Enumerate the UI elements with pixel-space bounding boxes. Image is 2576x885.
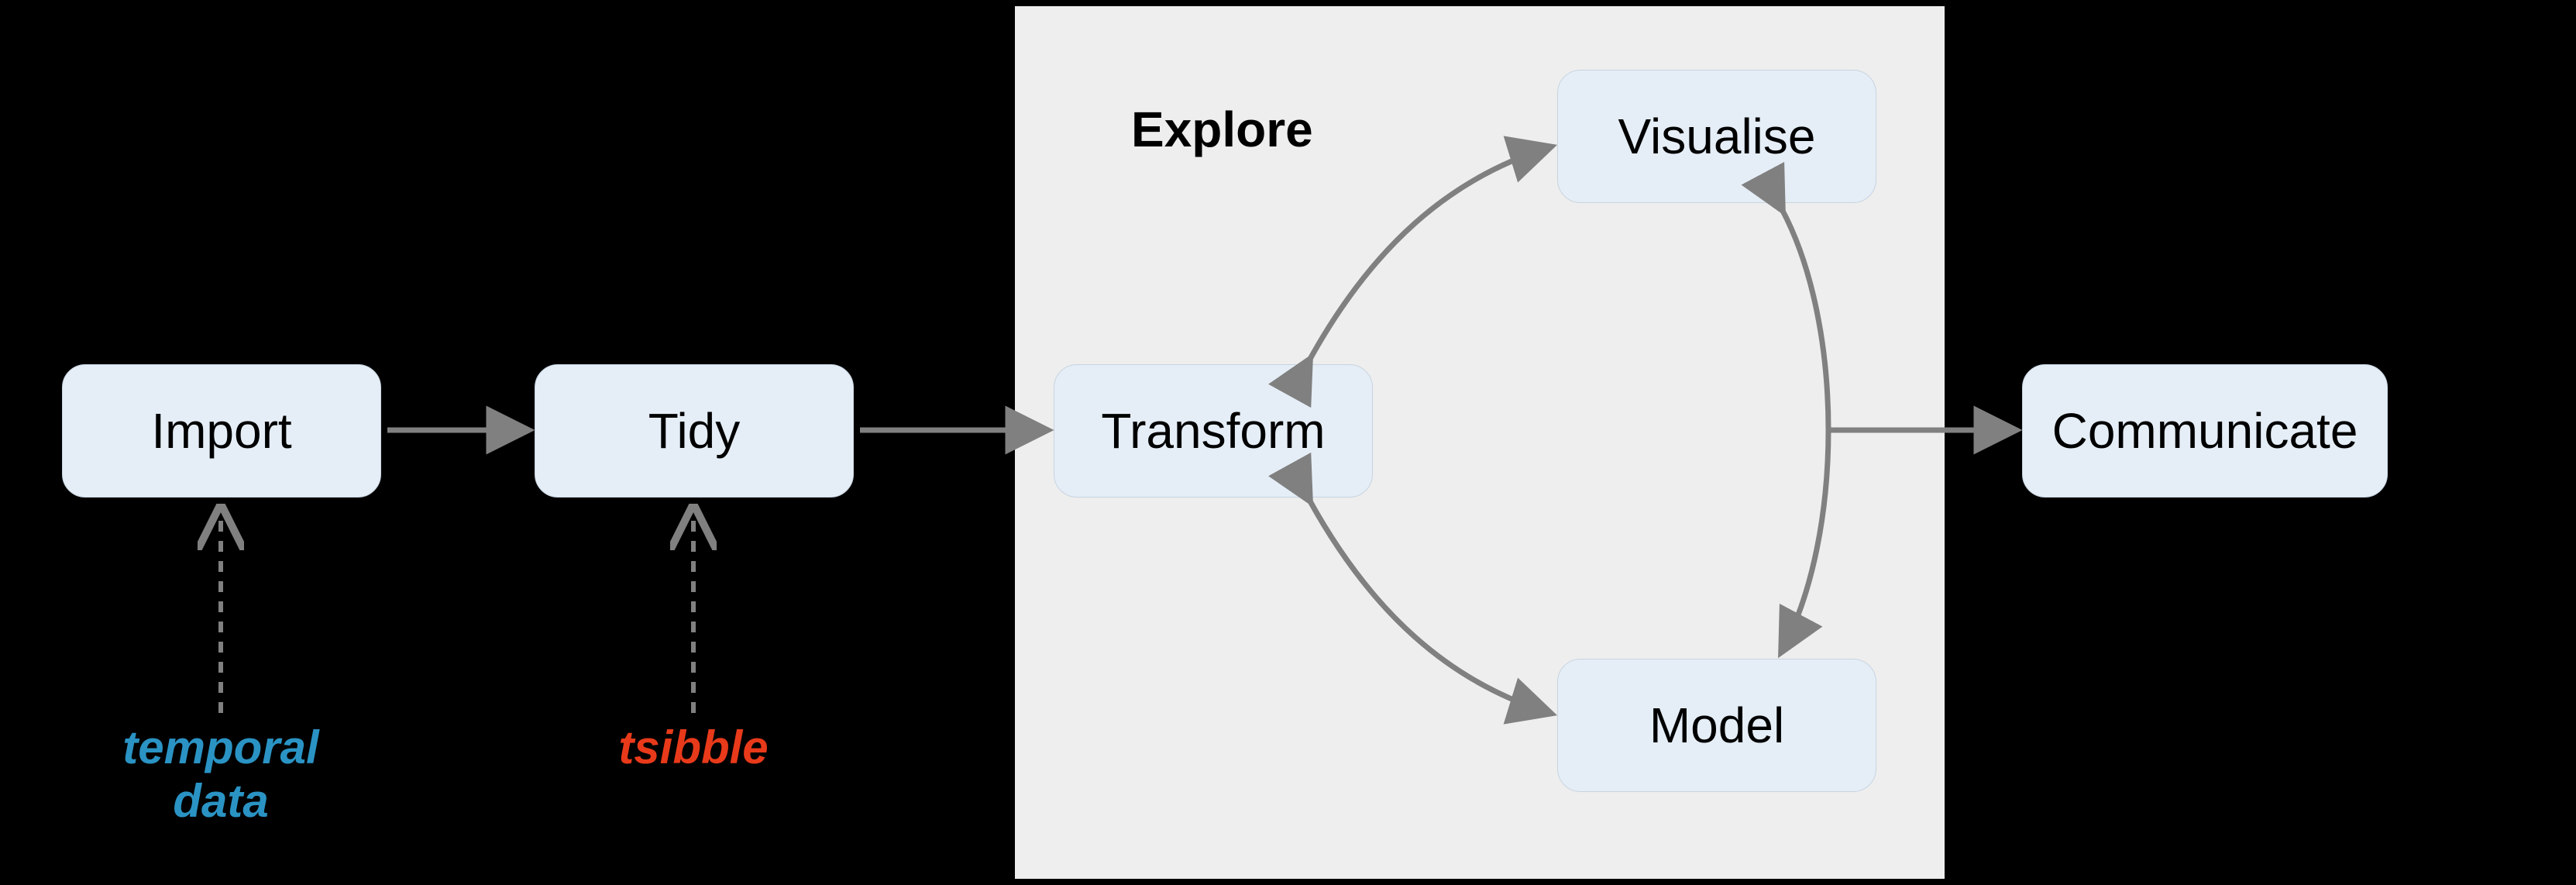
arrows-layer <box>0 0 2576 885</box>
arrow-transform-visualise <box>1309 147 1549 360</box>
arrow-visualise-model <box>1782 209 1828 651</box>
arrow-transform-model <box>1309 500 1549 713</box>
